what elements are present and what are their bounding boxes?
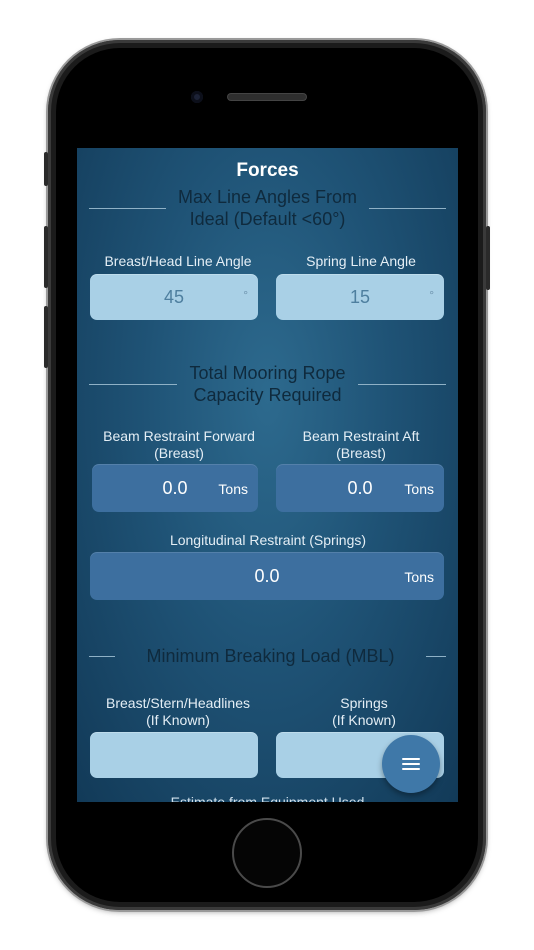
breast-angle-label: Breast/Head Line Angle (104, 253, 252, 269)
page-title: Forces (236, 160, 299, 181)
earpiece-speaker (228, 94, 306, 100)
spring-angle-value: 15 (349, 287, 371, 307)
angles-section-heading: Max Line Angles From Ideal (Default <60°… (89, 186, 447, 230)
equipment-estimate-heading: Estimate from Equipment Used (170, 794, 365, 802)
front-camera (191, 91, 203, 103)
mbl-heading: Minimum Breaking Load (MBL) (146, 646, 395, 666)
longitudinal-value: 0.0 (254, 566, 280, 586)
heading-rule-left (89, 207, 166, 209)
longitudinal-output: 0.0 Tons (90, 552, 444, 600)
beam-aft-output: 0.0 Tons (276, 464, 444, 512)
heading-rule-right (369, 207, 447, 209)
heading-rule-left (89, 655, 115, 657)
mbl-breast-input[interactable] (90, 732, 258, 778)
capacity-heading-line1: Total Mooring Rope (189, 363, 346, 383)
beam-forward-output: 0.0 Tons (92, 464, 258, 512)
breast-angle-value: 45 (163, 287, 185, 307)
heading-rule-left (89, 383, 178, 385)
menu-fab-button[interactable] (382, 735, 440, 793)
beam-aft-label: Beam Restraint Aft (Breast) (302, 428, 420, 461)
heading-rule-right (426, 655, 446, 657)
app-screen: Forces Max Line Angles From Ideal (Defau… (77, 148, 458, 802)
breast-angle-input[interactable]: 45 ° (90, 274, 258, 320)
angles-heading-line2: Ideal (Default <60°) (189, 209, 346, 229)
power-button (486, 226, 490, 290)
mbl-breast-label: Breast/Stern/Headlines (If Known) (106, 695, 250, 728)
beam-forward-label: Beam Restraint Forward (Breast) (103, 428, 255, 461)
tons-unit: Tons (218, 481, 248, 497)
tons-unit: Tons (404, 481, 434, 497)
home-button[interactable] (232, 818, 302, 888)
capacity-heading-line2: Capacity Required (193, 385, 342, 405)
spring-angle-input[interactable]: 15 ° (276, 274, 444, 320)
tons-unit: Tons (404, 569, 434, 585)
capacity-section-heading: Total Mooring Rope Capacity Required (89, 362, 446, 406)
angles-heading-line1: Max Line Angles From (177, 187, 358, 207)
mbl-springs-label: Springs (If Known) (332, 695, 396, 728)
degree-unit: ° (243, 288, 248, 302)
hamburger-menu-icon (402, 755, 420, 773)
silent-switch (44, 152, 48, 186)
longitudinal-label: Longitudinal Restraint (Springs) (169, 532, 367, 548)
mbl-section-heading: Minimum Breaking Load (MBL) (89, 645, 446, 667)
heading-rule-right (357, 383, 446, 385)
degree-unit: ° (429, 288, 434, 302)
volume-down-button (44, 306, 48, 368)
volume-up-button (44, 226, 48, 288)
spring-angle-label: Spring Line Angle (306, 253, 416, 269)
